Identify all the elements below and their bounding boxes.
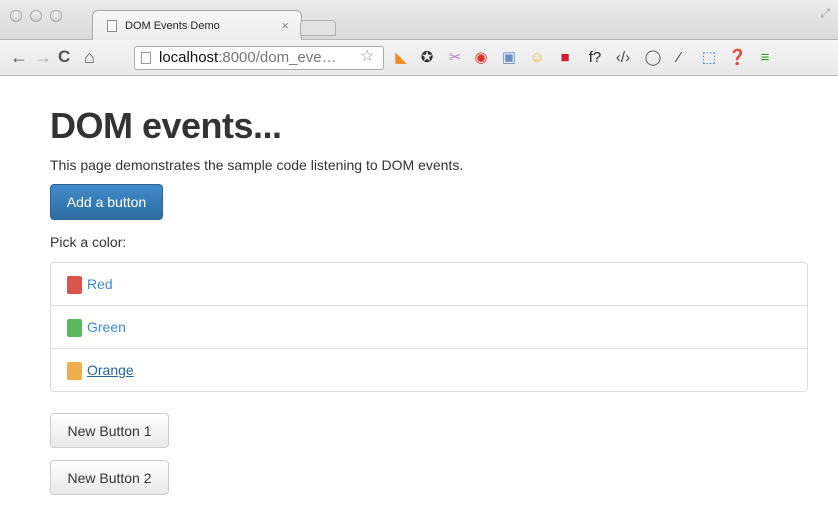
page-content: DOM events... This page demonstrates the… [0,77,838,525]
close-window-icon[interactable] [10,10,22,22]
menu-icon[interactable]: ≡ [756,49,774,67]
list-item-orange[interactable]: Orange [51,349,807,392]
url-path: :8000/dom_eve… [218,49,337,66]
face-icon[interactable]: ☺ [528,49,546,67]
circle-icon[interactable]: ◯ [644,49,662,67]
color-link-orange[interactable]: Orange [87,362,134,378]
bookmark-star-icon[interactable]: ☆ [360,46,374,66]
tab-close-icon[interactable]: × [281,18,289,33]
stop-icon[interactable]: ◉ [472,49,490,67]
new-tab-button[interactable] [300,20,336,36]
forward-button[interactable]: → [34,47,52,67]
back-button[interactable]: ← [10,47,28,67]
page-icon [107,20,117,32]
minimize-window-icon[interactable] [30,10,42,22]
orange-swatch [67,362,82,380]
calendar-icon[interactable]: ▣ [500,49,518,67]
address-bar[interactable]: localhost:8000/dom_eve… [134,46,384,70]
color-link-green[interactable]: Green [87,319,126,335]
fullscreen-icon[interactable]: ⤢ [820,6,830,21]
font-query-icon[interactable]: f? [586,49,604,67]
url-host: localhost [159,49,219,66]
new-button-1[interactable]: New Button 1 [50,413,169,448]
reload-button[interactable]: C [58,47,70,67]
list-item-red[interactable]: Red [51,263,807,306]
page-title: DOM events... [50,105,282,146]
list-item-green[interactable]: Green [51,306,807,349]
red-swatch [67,276,82,294]
eyedropper-icon[interactable]: ⁄ [670,49,688,67]
help-icon[interactable]: ❓ [728,49,747,67]
scissors-icon[interactable]: ✂ [446,49,464,67]
code-icon[interactable]: ‹/› [614,49,632,67]
zoom-window-icon[interactable] [50,10,62,22]
page-info-icon [141,52,151,64]
green-swatch [67,319,82,337]
rss-icon[interactable]: ◣ [392,49,410,67]
screenshot-icon[interactable]: ⬚ [700,49,718,67]
sync-icon[interactable]: ✪ [418,49,436,67]
intro-text: This page demonstrates the sample code l… [50,157,464,173]
add-button[interactable]: Add a button [50,184,163,220]
pick-color-label: Pick a color: [50,234,127,250]
color-link-red[interactable]: Red [87,276,113,292]
browser-tab[interactable]: DOM Events Demo × [92,10,302,40]
browser-toolbar: ← → C ⌂ localhost:8000/dom_eve… ☆ ◣ ✪ ✂ ◉ ▣ ☺… [0,40,838,76]
color-list: Red Green Orange [50,262,808,392]
browser-titlebar: DOM Events Demo × ⤢ [0,0,838,40]
red-box-icon[interactable]: ■ [556,49,574,67]
tab-title: DOM Events Demo [125,20,220,32]
new-button-2[interactable]: New Button 2 [50,460,169,495]
home-button[interactable]: ⌂ [84,47,95,67]
